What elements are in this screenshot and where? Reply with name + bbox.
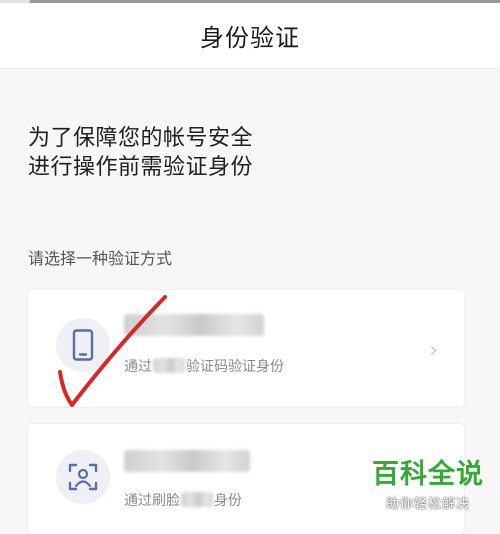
- sms-desc-suffix: 验证码验证身份: [186, 359, 284, 375]
- headline-line-1: 为了保障您的帐号安全: [28, 126, 254, 151]
- sms-desc-prefix: 通过: [124, 359, 152, 375]
- page-title: 身份验证: [200, 24, 300, 52]
- watermark-subtitle: 助你轻松解决: [385, 497, 470, 512]
- icon-badge: [56, 450, 110, 504]
- face-desc-suffix: 身份: [214, 493, 242, 509]
- face-desc-prefix: 通过刷脸: [124, 493, 180, 509]
- watermark-title: 百科全说: [372, 459, 484, 490]
- phone-icon: [72, 329, 94, 361]
- face-scan-icon: [68, 463, 98, 491]
- icon-badge: [56, 318, 110, 372]
- chevron-right-icon: ›: [429, 338, 438, 363]
- face-option-description: 通过刷脸 身份: [124, 490, 242, 510]
- choose-method-prompt: 请选择一种验证方式: [28, 249, 173, 268]
- headline-line-2: 进行操作前需验证身份: [28, 155, 254, 180]
- security-headline: 为了保障您的帐号安全 进行操作前需验证身份: [28, 124, 253, 182]
- masked-channel: [153, 358, 185, 373]
- watermark: 百科全说 助你轻松解决: [372, 452, 484, 512]
- masked-phone-number: [124, 314, 264, 336]
- sms-option-description: 通过 验证码验证身份: [124, 356, 284, 376]
- header-bar: 身份验证: [0, 3, 500, 69]
- masked-method: [181, 492, 213, 507]
- sms-verification-option[interactable]: 通过 验证码验证身份 ›: [28, 290, 464, 407]
- masked-account-name: [124, 450, 250, 472]
